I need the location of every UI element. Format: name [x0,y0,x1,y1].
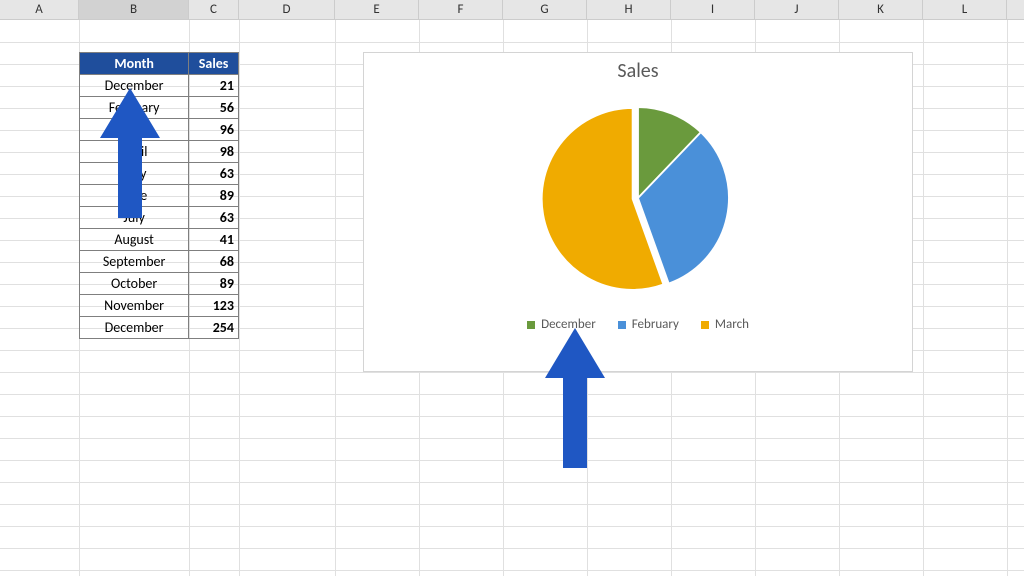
table-row[interactable]: September68 [80,251,239,273]
cell-month[interactable]: August [80,229,189,251]
cell-sales[interactable]: 254 [189,317,239,339]
table-row[interactable]: November123 [80,295,239,317]
cell-sales[interactable]: 56 [189,97,239,119]
header-sales[interactable]: Sales [189,53,239,75]
spreadsheet-sheet: ABCDEFGHIJKL Month Sales December21Febru… [0,0,1024,576]
table-row[interactable]: December21 [80,75,239,97]
cell-sales[interactable]: 68 [189,251,239,273]
legend-swatch-icon [527,321,535,329]
cell-sales[interactable]: 89 [189,273,239,295]
cell-month[interactable]: April [80,141,189,163]
cell-sales[interactable]: 96 [189,119,239,141]
column-header-row: ABCDEFGHIJKL [0,0,1024,20]
column-header-C[interactable]: C [189,0,239,19]
cell-month[interactable]: September [80,251,189,273]
column-header-G[interactable]: G [503,0,587,19]
cell-sales[interactable]: 89 [189,185,239,207]
table-row[interactable]: December254 [80,317,239,339]
column-header-J[interactable]: J [755,0,839,19]
cell-sales[interactable]: 41 [189,229,239,251]
cell-sales[interactable]: 63 [189,163,239,185]
cell-month[interactable]: October [80,273,189,295]
legend-label: March [715,317,749,332]
table-row[interactable]: June89 [80,185,239,207]
cell-sales[interactable]: 123 [189,295,239,317]
chart-legend: December February March [364,317,912,332]
legend-item-march[interactable]: March [701,317,749,332]
column-header-L[interactable]: L [923,0,1007,19]
pie-chart-container[interactable]: Sales December February March [363,52,913,372]
table-header-row: Month Sales [80,53,239,75]
legend-label: February [632,317,679,332]
table-row[interactable]: July63 [80,207,239,229]
table-row[interactable]: October89 [80,273,239,295]
column-header-F[interactable]: F [419,0,503,19]
legend-swatch-icon [618,321,626,329]
column-header-I[interactable]: I [671,0,755,19]
cell-month[interactable]: May [80,163,189,185]
header-month[interactable]: Month [80,53,189,75]
column-header-E[interactable]: E [335,0,419,19]
table-row[interactable]: February56 [80,97,239,119]
column-header-B[interactable]: B [79,0,189,19]
cell-month[interactable]: July [80,207,189,229]
pie-plot-area [364,83,912,313]
table-row[interactable]: August41 [80,229,239,251]
cell-month[interactable]: June [80,185,189,207]
cell-month[interactable]: November [80,295,189,317]
cell-month[interactable]: December [80,317,189,339]
cell-month[interactable]: December [80,75,189,97]
cell-sales[interactable]: 98 [189,141,239,163]
column-header-D[interactable]: D [239,0,335,19]
chart-title: Sales [364,59,912,83]
legend-item-february[interactable]: February [618,317,679,332]
column-header-H[interactable]: H [587,0,671,19]
table-row[interactable]: April98 [80,141,239,163]
table-row[interactable]: May63 [80,163,239,185]
cell-month[interactable]: March [80,119,189,141]
legend-item-december[interactable]: December [527,317,596,332]
sales-data-table[interactable]: Month Sales December21February56March96A… [79,52,239,339]
column-header-A[interactable]: A [0,0,79,19]
table-row[interactable]: March96 [80,119,239,141]
pie-svg [538,98,738,298]
legend-swatch-icon [701,321,709,329]
legend-label: December [541,317,596,332]
cell-month[interactable]: February [80,97,189,119]
column-header-K[interactable]: K [839,0,923,19]
cell-sales[interactable]: 63 [189,207,239,229]
grid-area[interactable]: Month Sales December21February56March96A… [0,20,1024,576]
cell-sales[interactable]: 21 [189,75,239,97]
